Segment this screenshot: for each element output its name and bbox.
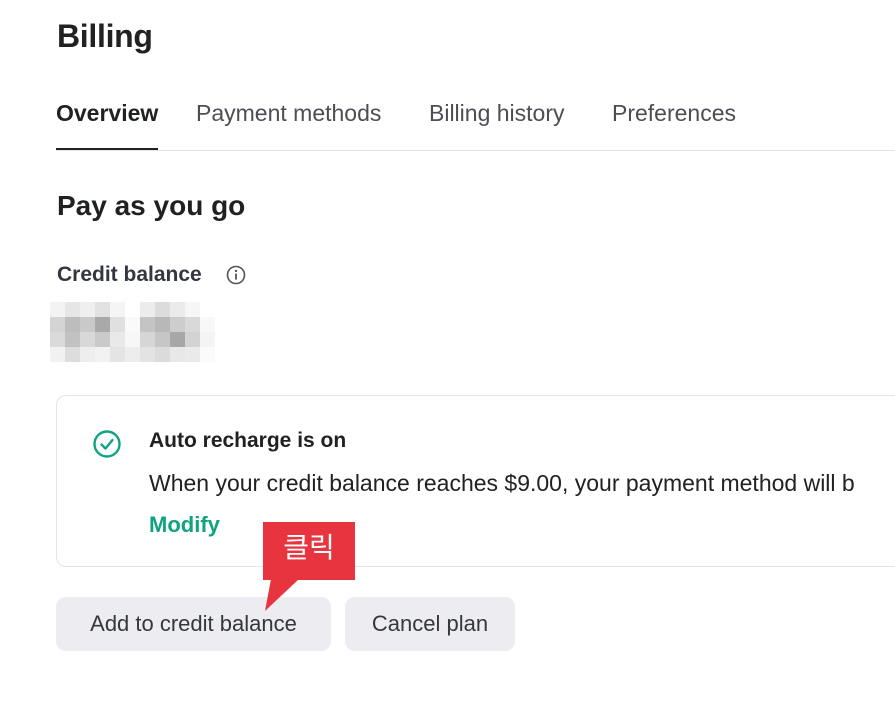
tab-preferences[interactable]: Preferences (612, 96, 736, 149)
page-title: Billing (57, 18, 153, 54)
credit-balance-label: Credit balance (57, 263, 202, 286)
credit-balance-value-obscured (50, 302, 215, 364)
billing-tabs: Overview Payment methods Billing history… (56, 96, 895, 151)
auto-recharge-card: Auto recharge is on When your credit bal… (56, 395, 895, 567)
cancel-plan-button[interactable]: Cancel plan (345, 597, 515, 651)
callout-pointer (265, 579, 299, 611)
check-circle-icon (93, 430, 121, 458)
info-icon[interactable] (226, 265, 246, 285)
auto-recharge-title: Auto recharge is on (149, 429, 347, 452)
section-title: Pay as you go (57, 190, 246, 221)
modify-link[interactable]: Modify (149, 512, 220, 538)
tab-payment-methods[interactable]: Payment methods (196, 96, 381, 149)
tab-billing-history[interactable]: Billing history (429, 96, 565, 149)
click-annotation-callout: 클릭 (263, 522, 355, 580)
tab-overview[interactable]: Overview (56, 96, 159, 150)
auto-recharge-description: When your credit balance reaches $9.00, … (149, 470, 855, 496)
